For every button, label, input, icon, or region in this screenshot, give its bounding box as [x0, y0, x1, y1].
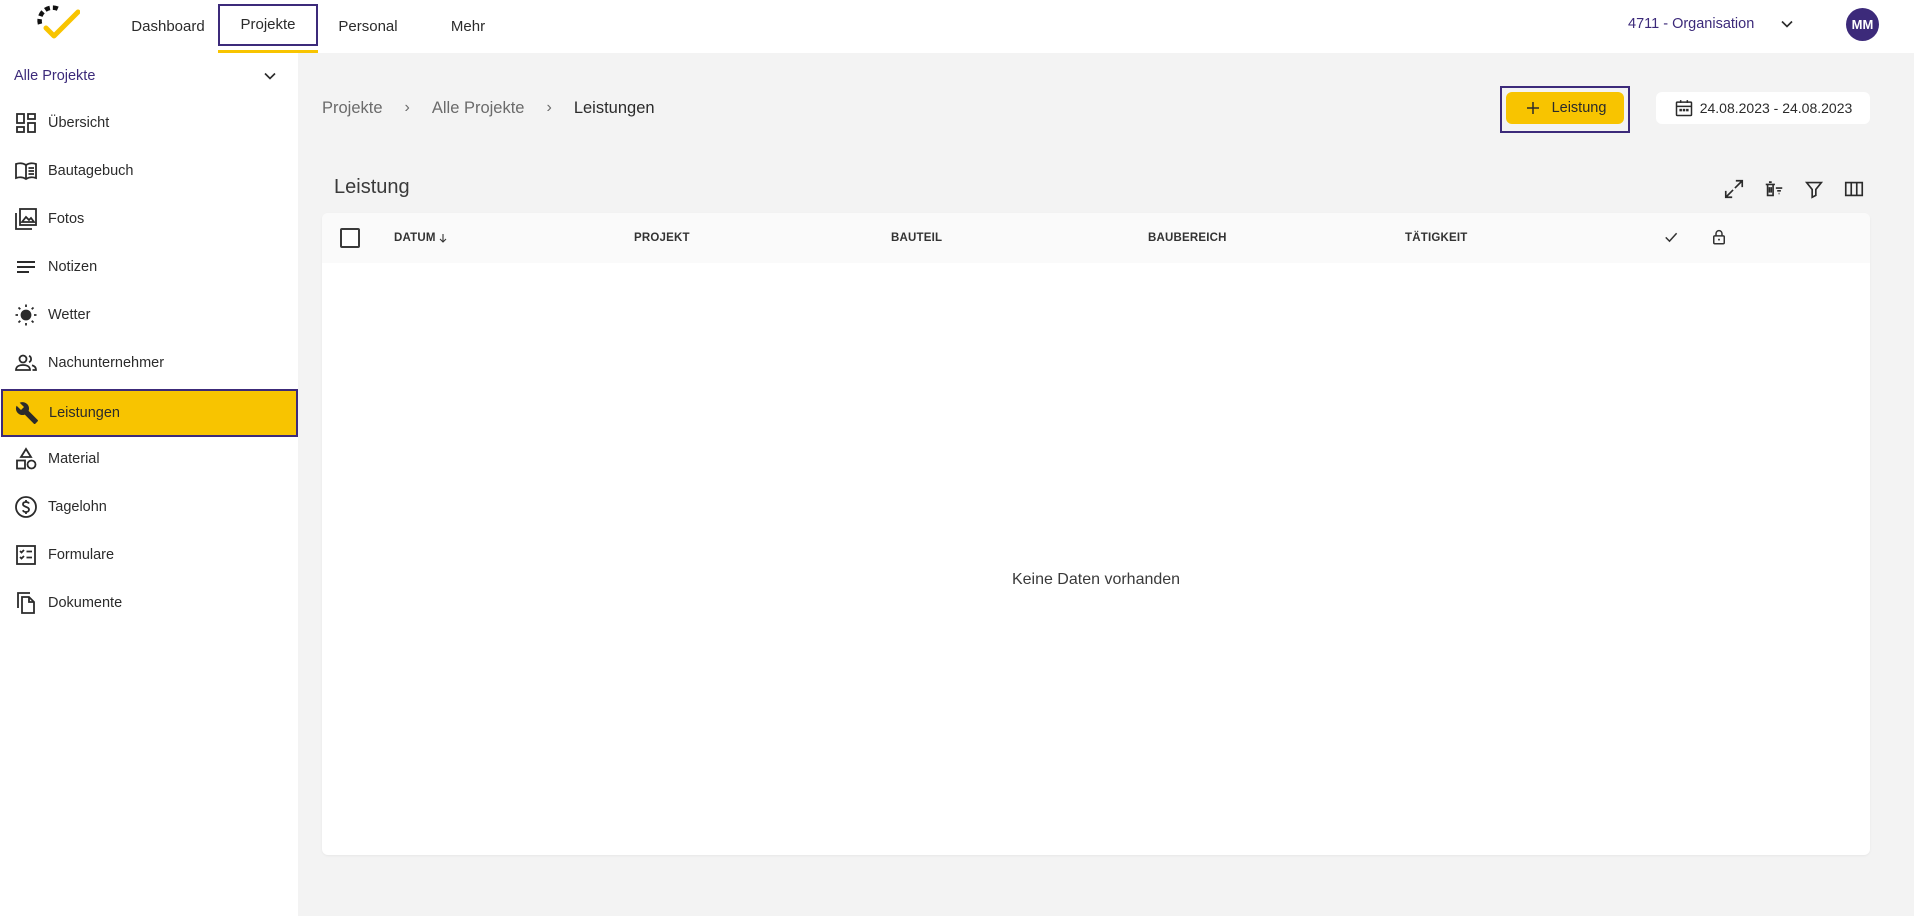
- nav-projekte[interactable]: Projekte: [218, 0, 318, 53]
- calendar-icon: [1675, 100, 1692, 117]
- organisation-select[interactable]: 4711 - Organisation: [1628, 0, 1754, 48]
- column-datum[interactable]: DATUM: [394, 213, 449, 263]
- nav-mehr[interactable]: Mehr: [418, 0, 518, 53]
- fullscreen-icon[interactable]: [1723, 178, 1745, 200]
- shapes-icon: [16, 447, 37, 470]
- breadcrumb-leistungen: Leistungen: [573, 98, 655, 117]
- project-select[interactable]: Alle Projekte: [0, 53, 298, 99]
- sidebar-item-tagelohn[interactable]: Tagelohn: [0, 483, 298, 531]
- date-range-picker[interactable]: 24.08.2023 - 24.08.2023: [1656, 92, 1870, 124]
- table-header: DATUM PROJEKT BAUTEIL BAUBEREICH TÄTIGKE…: [322, 213, 1870, 263]
- select-all-checkbox[interactable]: [340, 228, 360, 248]
- column-baubereich[interactable]: BAUBEREICH: [1148, 213, 1227, 263]
- sidebar-item-nachunternehmer[interactable]: Nachunternehmer: [0, 339, 298, 387]
- sidebar: Alle Projekte Übersicht Bautagebuch Foto…: [0, 53, 298, 916]
- sidebar-item-fotos[interactable]: Fotos: [0, 195, 298, 243]
- sidebar-item-notizen[interactable]: Notizen: [0, 243, 298, 291]
- sidebar-item-material[interactable]: Material: [0, 435, 298, 483]
- data-table: DATUM PROJEKT BAUTEIL BAUBEREICH TÄTIGKE…: [322, 213, 1870, 855]
- form-icon: [16, 545, 36, 565]
- sun-icon: [15, 304, 37, 326]
- breadcrumb-alle-projekte[interactable]: Alle Projekte: [432, 99, 525, 118]
- column-bauteil[interactable]: BAUTEIL: [891, 213, 942, 263]
- sidebar-item-formulare[interactable]: Formulare: [0, 531, 298, 579]
- add-leistung-button[interactable]: Leistung: [1506, 92, 1624, 124]
- people-icon: [15, 354, 37, 371]
- chevron-down-icon: [264, 72, 276, 80]
- sidebar-item-dokumente[interactable]: Dokumente: [0, 579, 298, 627]
- sidebar-item-uebersicht[interactable]: Übersicht: [0, 99, 298, 147]
- chevron-right-icon: ›: [546, 99, 552, 116]
- column-taetigkeit[interactable]: TÄTIGKEIT: [1405, 213, 1468, 263]
- filter-icon[interactable]: [1803, 178, 1825, 200]
- sort-down-icon: [439, 234, 447, 243]
- lock-icon: [1713, 229, 1725, 245]
- top-bar: Dashboard Projekte Personal Mehr 4711 - …: [0, 0, 1914, 53]
- documents-icon: [17, 592, 35, 614]
- sidebar-item-leistungen[interactable]: Leistungen: [1, 389, 298, 437]
- wrench-icon: [15, 402, 38, 424]
- app-logo-icon[interactable]: [34, 4, 80, 40]
- notes-icon: [17, 261, 35, 273]
- chevron-right-icon: ›: [404, 99, 410, 116]
- breadcrumb: Projekte › Alle Projekte › Leistungen: [322, 96, 655, 120]
- nav-personal[interactable]: Personal: [318, 0, 418, 53]
- clear-filter-icon[interactable]: [1763, 178, 1785, 200]
- photos-icon: [15, 208, 37, 230]
- chevron-down-icon[interactable]: [1777, 14, 1797, 34]
- nav-dashboard[interactable]: Dashboard: [118, 0, 218, 53]
- plus-icon: [1526, 102, 1539, 114]
- empty-state-text: Keine Daten vorhanden: [1011, 571, 1181, 588]
- dollar-icon: [15, 496, 37, 518]
- check-icon: [1665, 232, 1678, 243]
- table-title: Leistung: [334, 176, 410, 198]
- sidebar-item-wetter[interactable]: Wetter: [0, 291, 298, 339]
- column-projekt[interactable]: PROJEKT: [634, 213, 690, 263]
- dashboard-icon: [16, 113, 36, 133]
- breadcrumb-projekte[interactable]: Projekte: [322, 99, 383, 118]
- book-icon: [15, 162, 37, 181]
- avatar[interactable]: MM: [1846, 8, 1879, 41]
- sidebar-item-bautagebuch[interactable]: Bautagebuch: [0, 147, 298, 195]
- columns-icon[interactable]: [1843, 178, 1865, 200]
